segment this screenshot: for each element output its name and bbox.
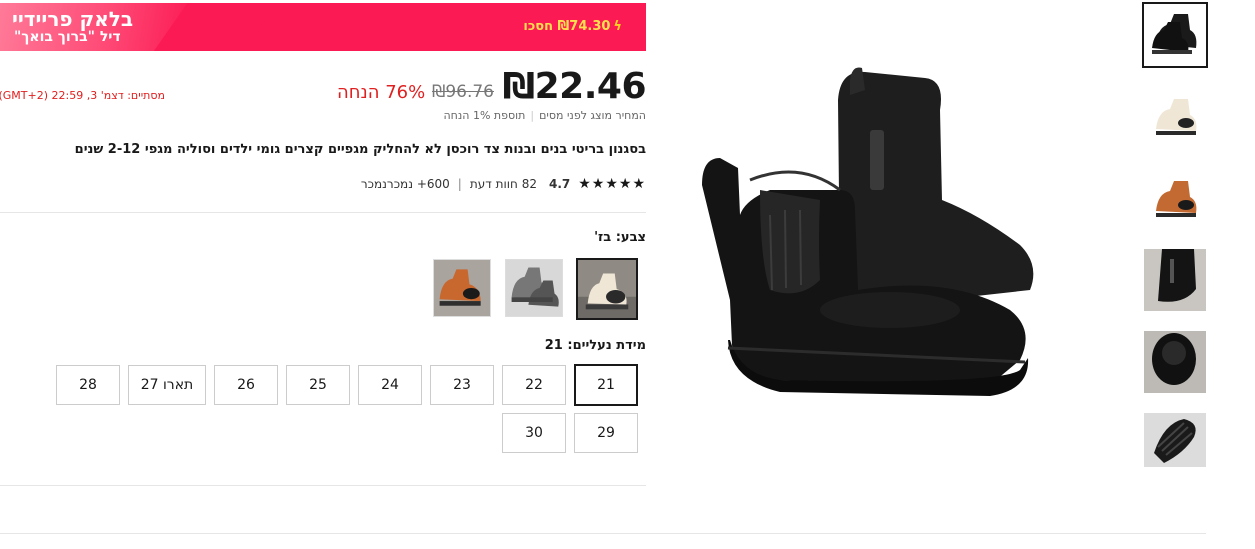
color-swatch-brown[interactable] <box>433 259 491 317</box>
size-option-27[interactable]: 27 תארו <box>128 365 206 405</box>
tax-note: המחיר מוצג לפני מסים <box>539 109 646 122</box>
deal-end-time: מסתיים: דצמ' 3, 22:59 (GMT+2) <box>0 89 165 102</box>
thumbnail-beige-boot[interactable] <box>1144 85 1206 147</box>
thumbnail-brown-boot[interactable] <box>1144 167 1206 229</box>
thumbnail-boot-top-view[interactable] <box>1144 331 1206 393</box>
star-rating-icon: ★★★★★ <box>578 176 646 192</box>
sold-count: 600+ נמכרנמכר <box>360 177 450 191</box>
thumbnail-boot-closeup[interactable] <box>1144 249 1206 311</box>
size-option-29[interactable]: 29 <box>574 413 638 453</box>
banner-subtitle: דיל "ברוך בואך" <box>14 29 121 45</box>
main-product-image[interactable] <box>690 40 1110 420</box>
size-option-26[interactable]: 26 <box>214 365 278 405</box>
color-swatch-black[interactable] <box>505 259 563 317</box>
size-option-21[interactable]: 21 <box>574 364 638 406</box>
size-option-22[interactable]: 22 <box>502 365 566 405</box>
color-label: צבע: בז' <box>594 230 646 245</box>
size-option-28[interactable]: 28 <box>56 365 120 405</box>
original-price: ₪96.76 <box>432 82 494 102</box>
current-price: ₪22.46 <box>502 66 647 107</box>
price-notes: המחיר מוצג לפני מסים|תוספת 1% הנחה <box>443 109 647 122</box>
size-option-23[interactable]: 23 <box>430 365 494 405</box>
banner-savings: ϟ ₪74.30 חסכו <box>523 19 622 34</box>
reviews-link[interactable]: 82 חוות דעת <box>470 177 537 191</box>
banner-title: בלאק פריידיי <box>12 7 134 31</box>
size-option-25[interactable]: 25 <box>286 365 350 405</box>
bottom-divider <box>0 533 1206 534</box>
thumbnail-boot-sole[interactable] <box>1144 413 1206 467</box>
lightning-icon: ϟ <box>613 19 622 34</box>
savings-text: ₪74.30 חסכו <box>523 19 611 34</box>
rating-separator: | <box>457 177 462 191</box>
divider <box>0 212 646 213</box>
color-swatch-beige[interactable] <box>576 258 638 320</box>
thumbnail-black-boot[interactable] <box>1142 2 1208 68</box>
product-title: בסגנון בריטי בנים ובנות צד רוכסן לא להחל… <box>74 142 646 157</box>
size-option-30[interactable]: 30 <box>502 413 566 453</box>
rating-row: ★★★★★ 4.7 82 חוות דעת | 600+ נמכרנמכר <box>361 176 646 192</box>
promo-banner: בלאק פריידיי דיל "ברוך בואך" ϟ ₪74.30 חס… <box>0 3 646 51</box>
extra-discount: תוספת 1% הנחה <box>443 109 526 122</box>
rating-score: 4.7 <box>548 177 571 191</box>
divider <box>0 485 646 486</box>
discount-badge: 76% הנחה <box>337 82 426 103</box>
size-label: מידת נעליים: 21 <box>544 338 646 353</box>
size-option-24[interactable]: 24 <box>358 365 422 405</box>
